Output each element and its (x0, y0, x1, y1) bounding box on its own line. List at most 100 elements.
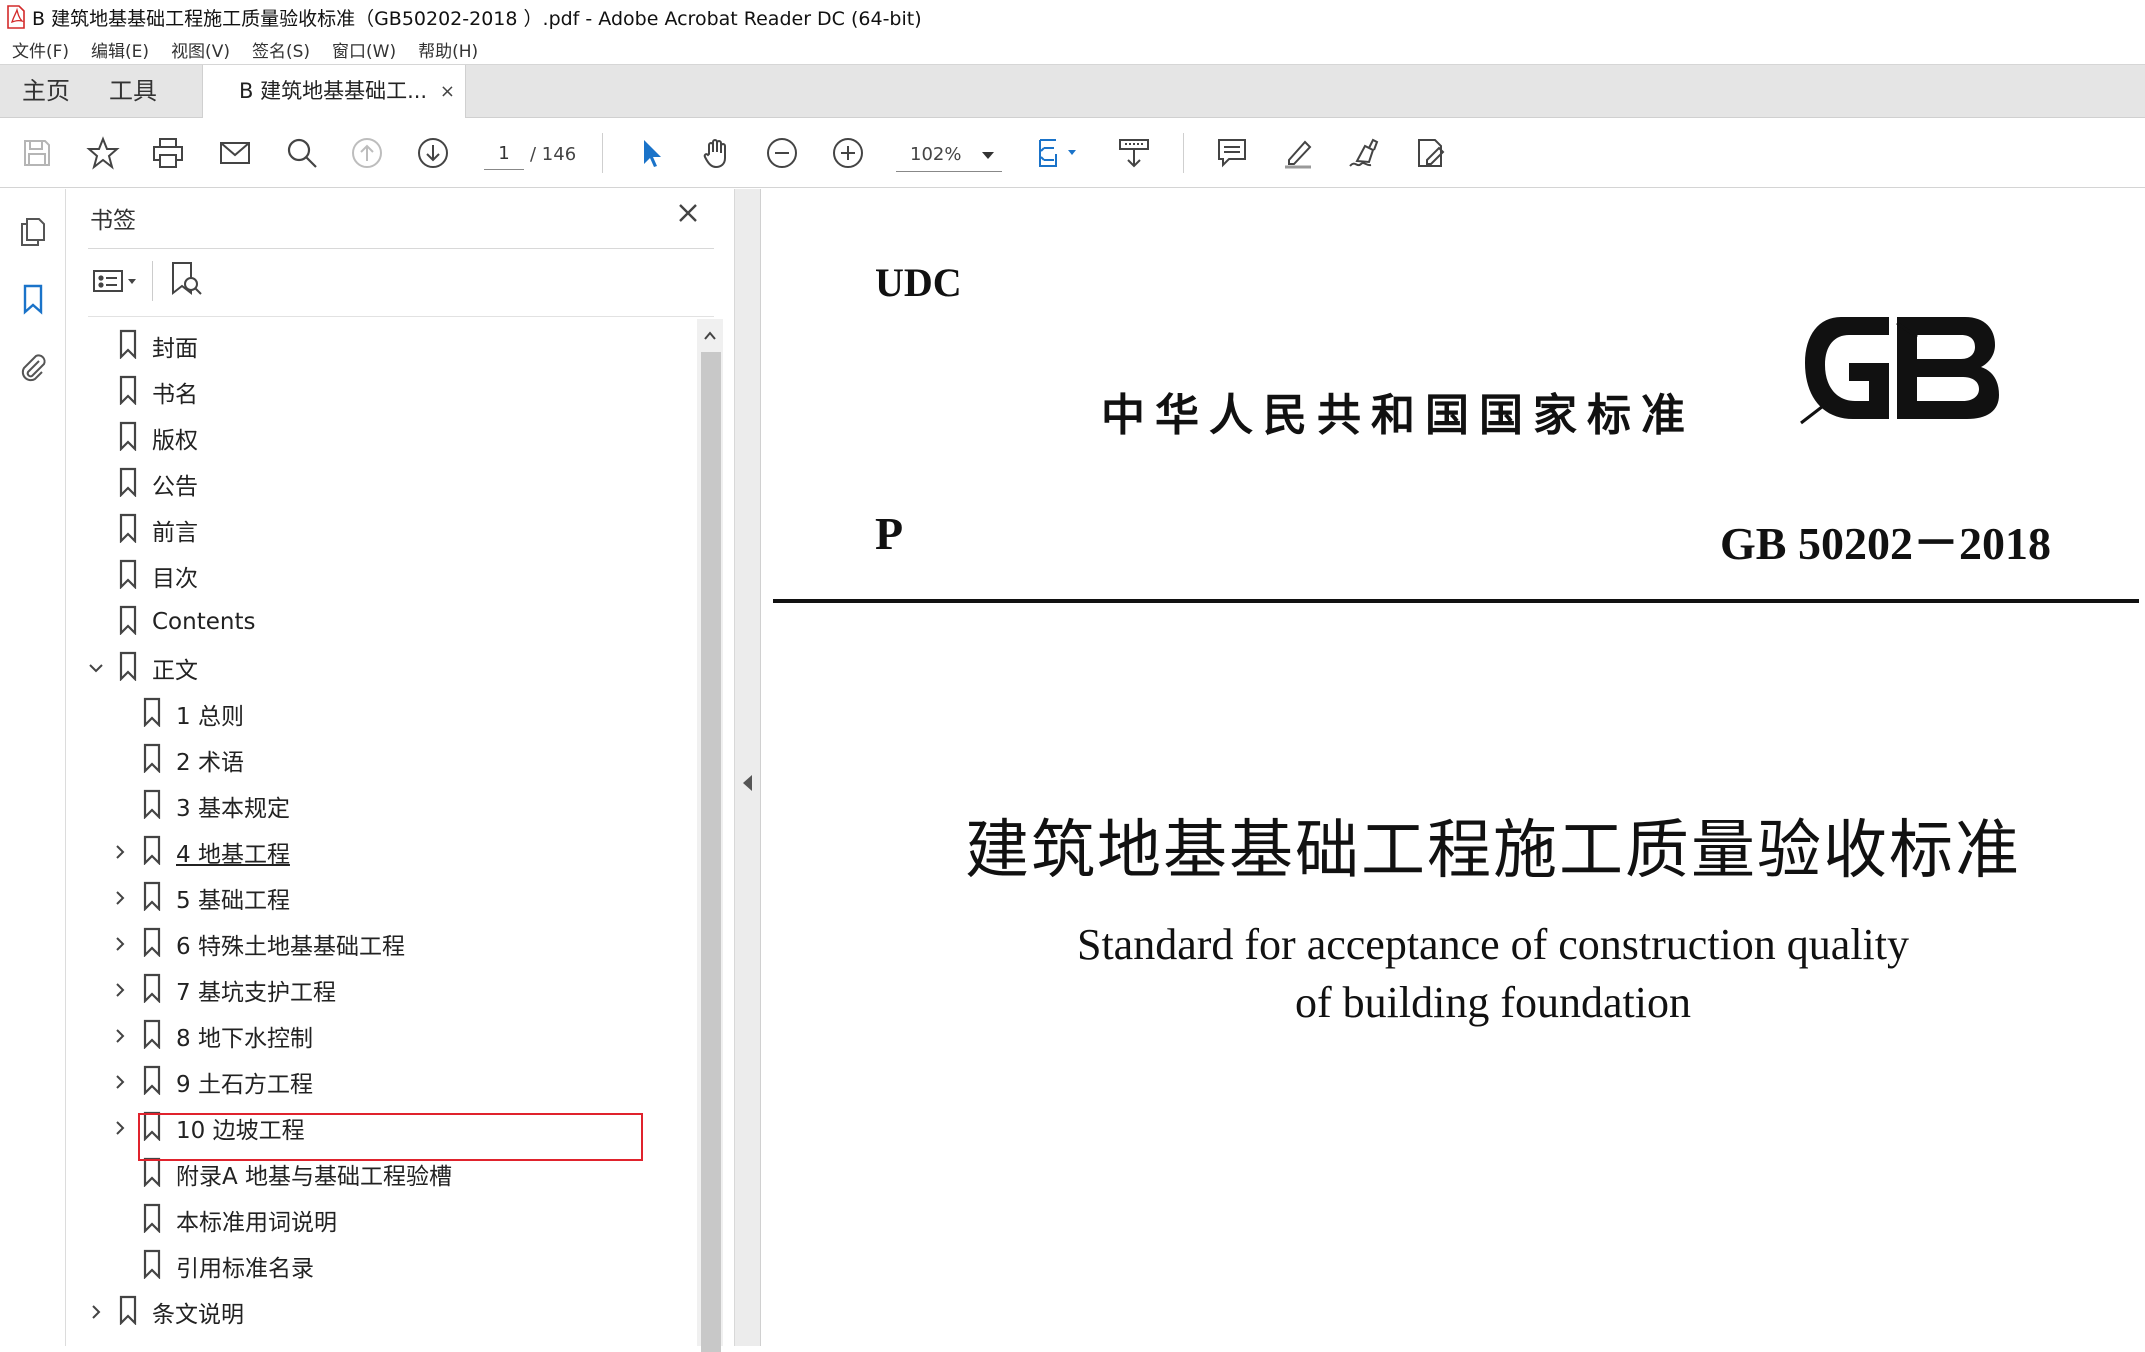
fit-page-icon (1039, 139, 1076, 167)
chevron-right-icon[interactable] (108, 1024, 132, 1048)
bookmark-item[interactable]: 7 基坑支护工程 (108, 970, 336, 1010)
chevron-up-icon[interactable] (703, 329, 717, 343)
bookmark-item[interactable]: 版权 (84, 418, 198, 458)
fit-page-button[interactable] (1030, 131, 1086, 175)
tab-home[interactable]: 主页 (22, 65, 70, 118)
zoom-dropdown[interactable]: 102% (896, 138, 1002, 172)
bookmark-label: 5 基础工程 (176, 888, 290, 914)
bookmark-item[interactable]: 5 基础工程 (108, 878, 290, 918)
bookmark-item[interactable]: 条文说明 (84, 1292, 244, 1332)
bookmark-item[interactable]: 2 术语 (108, 740, 244, 780)
menu-sign[interactable]: 签名(S) (252, 37, 310, 62)
hand-tool-button[interactable] (695, 131, 739, 175)
close-icon[interactable] (672, 197, 704, 229)
bookmark-item[interactable]: Contents (84, 602, 255, 642)
chevron-right-icon[interactable] (108, 932, 132, 956)
save-button[interactable] (15, 131, 59, 175)
find-bookmark-icon[interactable] (166, 259, 206, 299)
attachments-button[interactable] (13, 347, 53, 387)
menu-view[interactable]: 视图(V) (171, 37, 230, 62)
bookmark-icon (140, 1157, 176, 1191)
bookmark-label: 公告 (152, 474, 198, 500)
bookmarks-panel: 书签 封面书名版权公告前言目次 Contents 正文 1 总则 2 术语 3 基本规定 4… (66, 189, 734, 1346)
zoom-in-button[interactable] (826, 131, 870, 175)
tab-bar: 主页 工具 B 建筑地基基础工... × (0, 64, 2145, 119)
title-bar: B 建筑地基基础工程施工质量验收标准（GB50202-2018 ）.pdf - … (0, 0, 2145, 34)
highlight-button[interactable] (1276, 131, 1320, 175)
bookmark-item[interactable]: 封面 (84, 326, 198, 366)
toolbar-divider (1183, 133, 1184, 173)
tab-tools[interactable]: 工具 (109, 65, 157, 118)
sign-button[interactable] (1342, 131, 1386, 175)
print-button[interactable] (146, 131, 190, 175)
bookmark-icon (140, 973, 176, 1007)
collapse-panel-icon[interactable] (743, 775, 752, 791)
navigation-rail (0, 189, 66, 1346)
bookmark-label: 正文 (152, 658, 198, 684)
bookmark-item[interactable]: 9 土石方工程 (108, 1062, 313, 1102)
chevron-right-icon[interactable] (108, 840, 132, 864)
bookmark-label: 4 地基工程 (176, 842, 290, 868)
zoom-out-icon (767, 138, 797, 168)
chevron-right-icon[interactable] (108, 886, 132, 910)
mail-icon (220, 142, 250, 164)
chevron-right-icon[interactable] (84, 1300, 108, 1324)
previous-page-button[interactable] (345, 131, 389, 175)
bookmark-label: 附录A 地基与基础工程验槽 (176, 1164, 453, 1190)
bookmark-item[interactable]: 书名 (84, 372, 198, 412)
edit-button[interactable] (1408, 131, 1452, 175)
bookmark-scrollbar[interactable] (697, 319, 723, 1352)
chevron-right-icon[interactable] (108, 1116, 132, 1140)
bookmark-star-button[interactable] (81, 131, 125, 175)
bookmarks-button[interactable] (13, 279, 53, 319)
menu-window[interactable]: 窗口(W) (332, 37, 396, 62)
bookmark-item[interactable]: 4 地基工程 (108, 832, 290, 872)
options-menu-icon[interactable] (90, 261, 144, 301)
bookmark-item[interactable]: 3 基本规定 (108, 786, 290, 826)
scroll-mode-button[interactable] (1112, 131, 1156, 175)
bookmark-item[interactable]: 1 总则 (108, 694, 244, 734)
comment-button[interactable] (1210, 131, 1254, 175)
panel-title: 书签 (90, 208, 136, 234)
menu-edit[interactable]: 编辑(E) (91, 37, 149, 62)
next-page-button[interactable] (411, 131, 455, 175)
bookmark-label: 条文说明 (152, 1302, 244, 1328)
bookmark-item[interactable]: 本标准用词说明 (108, 1200, 337, 1240)
bookmark-item[interactable]: 目次 (84, 556, 198, 596)
menu-file[interactable]: 文件(F) (12, 37, 69, 62)
zoom-out-button[interactable] (760, 131, 804, 175)
scrollbar-thumb[interactable] (701, 352, 721, 1352)
page-thumbnails-button[interactable] (13, 211, 53, 251)
window-title: B 建筑地基基础工程施工质量验收标准（GB50202-2018 ）.pdf - … (32, 7, 922, 30)
select-tool-button[interactable] (629, 131, 673, 175)
page-number-input[interactable] (484, 138, 524, 170)
bookmark-item[interactable]: 正文 (84, 648, 198, 688)
bookmark-item[interactable]: 6 特殊土地基基础工程 (108, 924, 405, 964)
bookmark-item[interactable]: 前言 (84, 510, 198, 550)
find-button[interactable] (280, 131, 324, 175)
menu-bar: 文件(F) 编辑(E) 视图(V) 签名(S) 窗口(W) 帮助(H) (0, 34, 2145, 64)
bookmark-item[interactable]: 引用标准名录 (108, 1246, 314, 1286)
chevron-right-icon[interactable] (108, 978, 132, 1002)
chevron-right-icon[interactable] (108, 1070, 132, 1094)
toolbar-divider (602, 133, 603, 173)
comment-icon (1218, 139, 1246, 168)
bookmark-label: 目次 (152, 566, 198, 592)
email-button[interactable] (213, 131, 257, 175)
document-view[interactable]: UDC 中华人民共和国国家标准 P GB 50202－2018 建筑地基基础工程… (761, 189, 2145, 1346)
menu-help[interactable]: 帮助(H) (418, 37, 478, 62)
chevron-down-icon (982, 152, 994, 159)
panel-splitter[interactable] (734, 189, 761, 1346)
bookmark-item[interactable]: 公告 (84, 464, 198, 504)
highlight-box (138, 1113, 643, 1161)
bookmark-item[interactable]: 8 地下水控制 (108, 1016, 313, 1056)
bookmark-icon (116, 651, 152, 685)
chevron-down-icon[interactable] (84, 656, 108, 680)
close-tab-button[interactable]: × (440, 65, 455, 118)
document-tab[interactable]: B 建筑地基基础工... × (202, 65, 466, 119)
